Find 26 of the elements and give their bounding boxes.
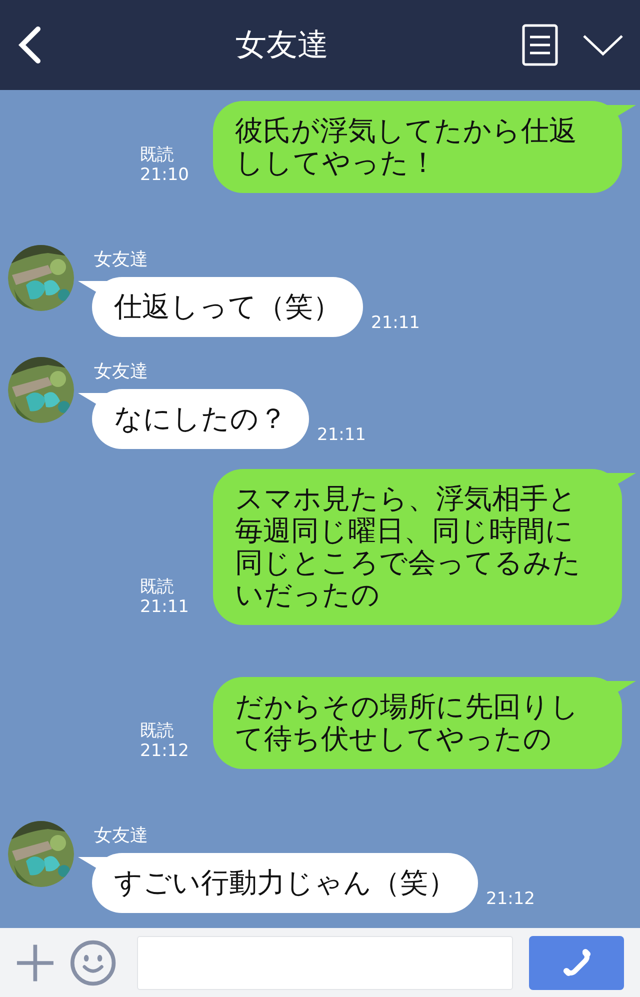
read-receipt: 既読 [140, 577, 175, 597]
message-input[interactable] [136, 936, 514, 990]
message-bubble: 仕返しって（笑） [78, 277, 363, 337]
message-time: 21:10 [140, 165, 189, 185]
plus-icon[interactable] [16, 942, 54, 982]
sender-name: 女友達 [94, 249, 148, 270]
message-bubble: 彼氏が浮気してたから仕返ししてやった！ [213, 101, 636, 193]
message-bubble: だからその場所に先回りして待ち伏せしてやったの [213, 677, 636, 769]
sender-name: 女友達 [94, 361, 148, 382]
call-button[interactable] [529, 936, 624, 990]
message-time: 21:12 [486, 889, 535, 909]
back-icon[interactable] [16, 25, 42, 65]
read-receipt: 既読 [140, 721, 175, 741]
menu-icon[interactable] [522, 24, 558, 66]
message-time: 21:11 [140, 597, 189, 617]
emoji-icon[interactable] [70, 938, 117, 986]
message-time: 21:11 [317, 425, 366, 445]
message-time: 21:12 [140, 741, 189, 761]
chevron-down-icon[interactable] [582, 33, 624, 57]
read-receipt: 既読 [140, 145, 175, 165]
message-bubble: なにしたの？ [78, 389, 309, 449]
message-bubble: スマホ見たら、浮気相手と毎週同じ曜日、同じ時間に同じところで会ってるみたいだったの [213, 469, 636, 625]
chat-title: 女友達 [236, 26, 328, 63]
message-bubble: すごい行動力じゃん（笑） [78, 853, 478, 913]
message-time: 21:11 [371, 313, 420, 333]
sender-name: 女友達 [94, 825, 148, 846]
